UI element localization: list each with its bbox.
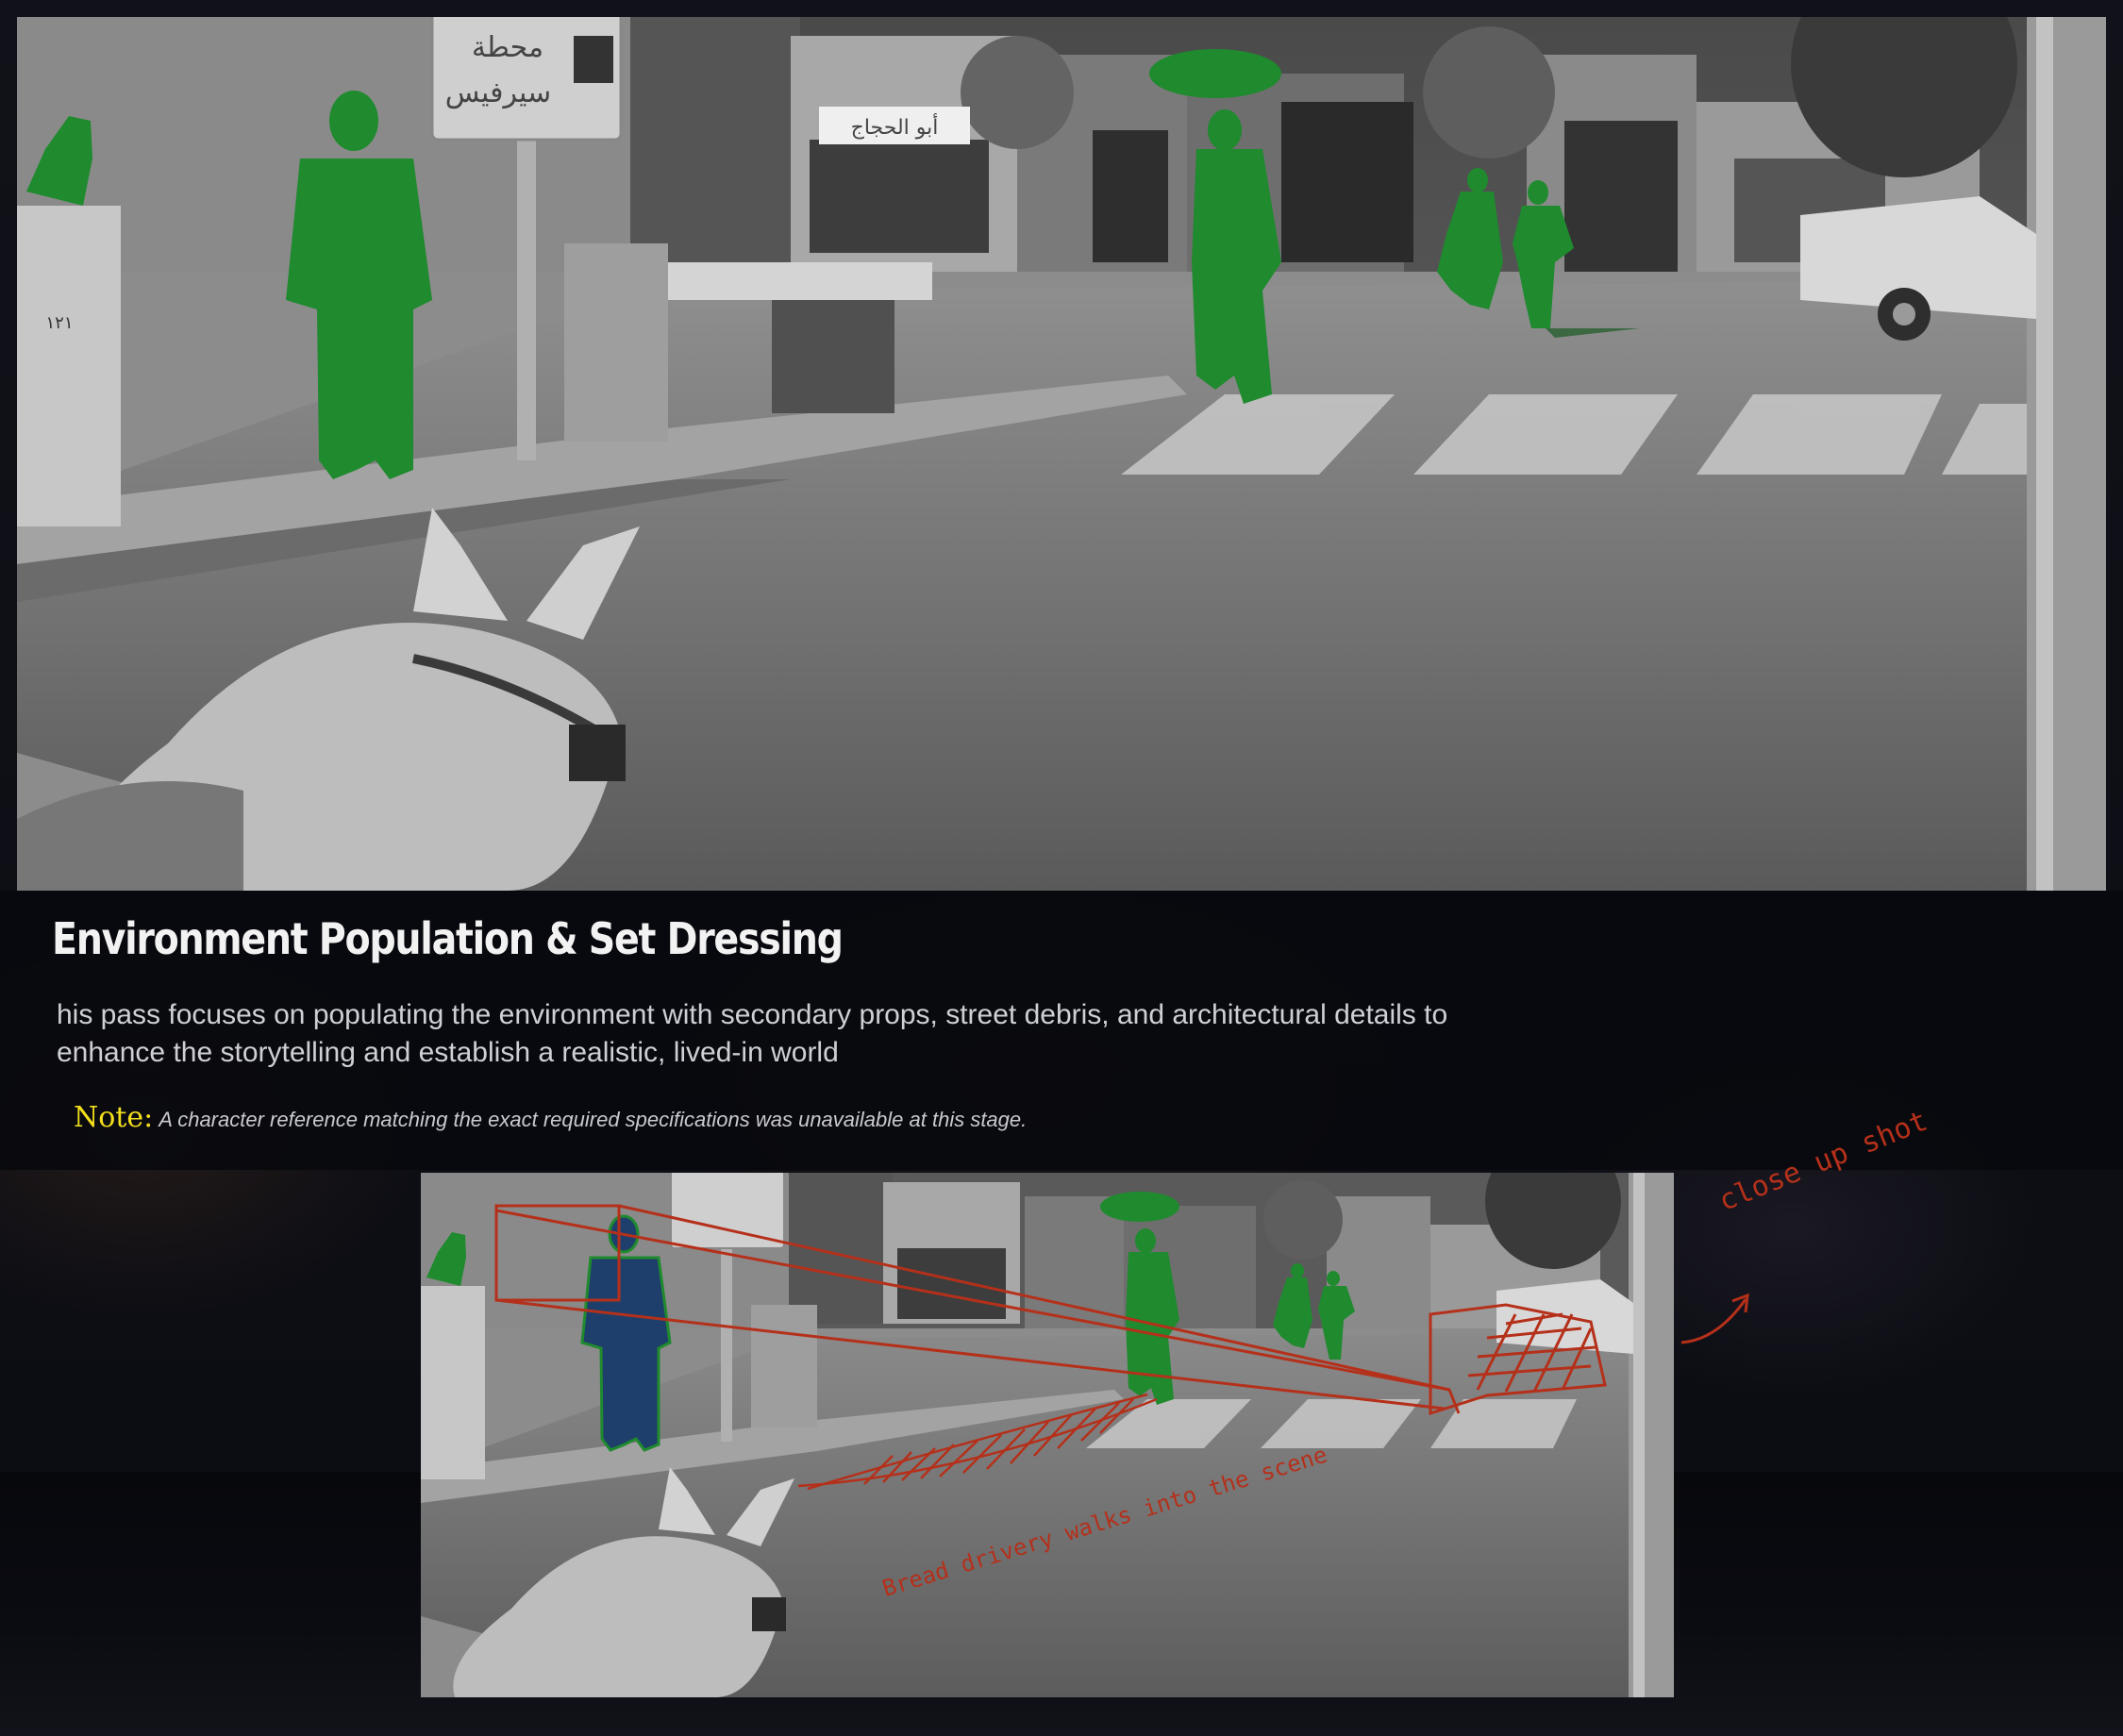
tree [961, 36, 1074, 149]
close-up-arrow [1680, 1293, 1749, 1344]
bus-sign-line1: محطة [472, 31, 543, 64]
bread-carrier-mask [1192, 149, 1281, 404]
utility-box [17, 206, 121, 526]
note-label: Note: [74, 1101, 154, 1134]
utility-box-number: ١٢١ [45, 313, 73, 333]
section-description: his pass focuses on populating the envir… [57, 999, 1448, 1068]
main-scene-image: محطة سيرفيس أبو الحجاج ١٢١ [17, 17, 2106, 891]
bus-sign-line2: سيرفيس [445, 76, 551, 109]
note: Note: A character reference matching the … [74, 1101, 1027, 1134]
shop-sign-text: أبو الحجاج [851, 113, 939, 140]
note-text: A character reference matching the exact… [159, 1108, 1028, 1131]
tree [1423, 26, 1555, 159]
bread-tray-mask [1149, 49, 1281, 98]
section-title: Environment Population & Set Dressing [52, 913, 844, 964]
shot-plan-image [421, 1173, 1674, 1697]
vendor-stall [659, 262, 932, 300]
crosswalk [1121, 394, 2027, 475]
